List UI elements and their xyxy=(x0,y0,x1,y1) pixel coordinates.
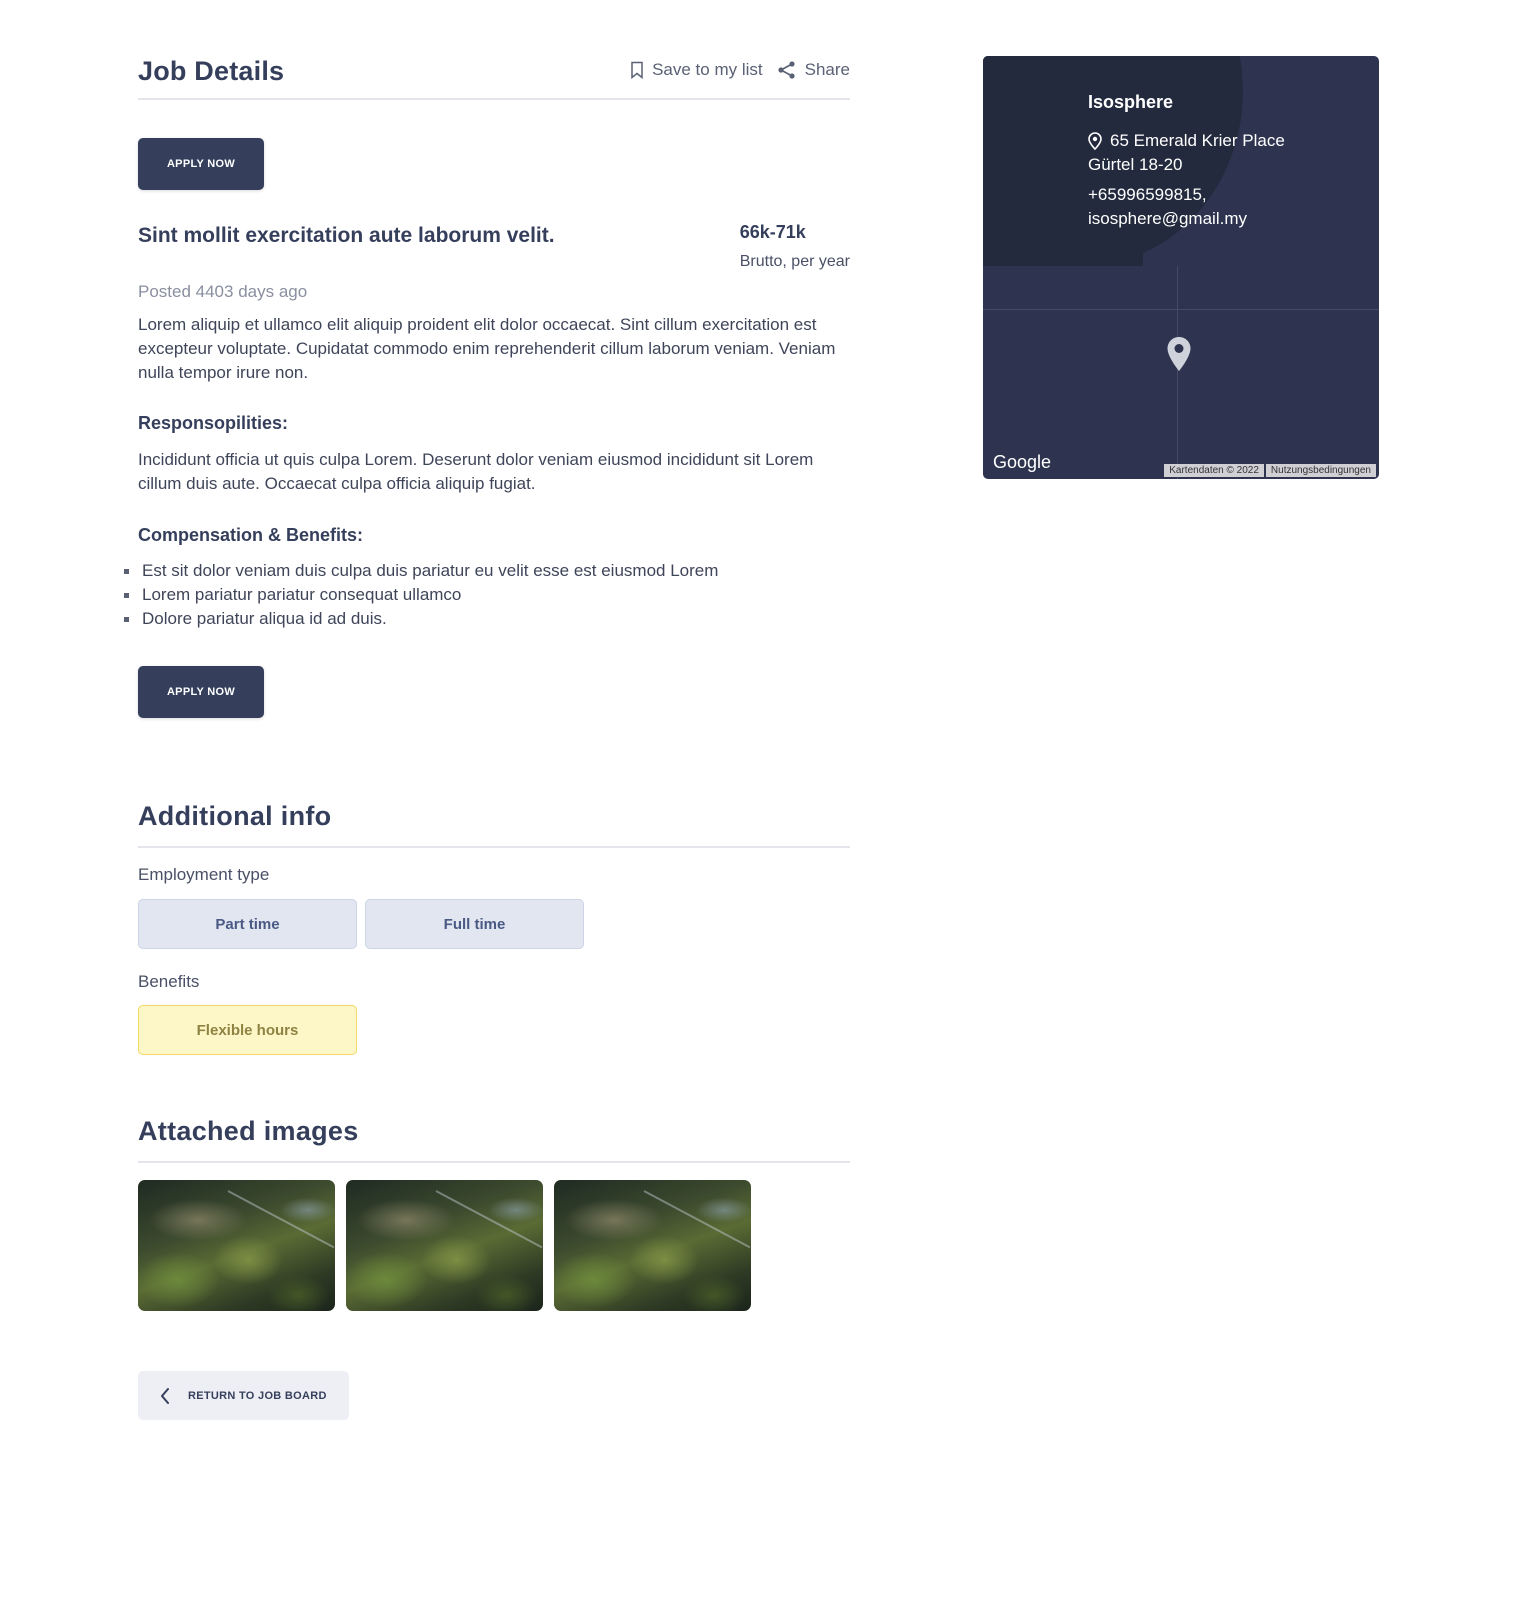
return-to-job-board-button[interactable]: RETURN TO JOB BOARD xyxy=(138,1371,349,1420)
job-title: Sint mollit exercitation aute laborum ve… xyxy=(138,224,555,247)
benefits-label: Benefits xyxy=(138,972,200,991)
bookmark-icon xyxy=(631,61,643,79)
salary-amount: 66k-71k xyxy=(739,222,806,242)
company-map-card[interactable]: Isosphere 65 Emerald Krier Place Gürtel … xyxy=(983,56,1379,479)
map-marker-icon[interactable] xyxy=(1166,336,1192,372)
list-item: Est sit dolor veniam duis culpa duis par… xyxy=(124,559,718,583)
map-data-label[interactable]: Kartendaten © 2022 xyxy=(1164,464,1264,477)
employment-chip-full-time: Full time xyxy=(365,899,584,949)
company-contact: +65996599815, isosphere@gmail.my xyxy=(1088,183,1285,231)
salary-block: 66k-71k Brutto, per year xyxy=(740,222,850,271)
share-button[interactable]: Share xyxy=(777,60,850,80)
share-icon xyxy=(778,61,795,79)
map-attribution: Kartendaten © 2022 Nutzungsbedingungen xyxy=(1164,464,1376,477)
benefit-chip-flexible-hours: Flexible hours xyxy=(138,1005,357,1055)
attached-image-thumbnail[interactable] xyxy=(554,1180,751,1311)
compensation-heading: Compensation & Benefits: xyxy=(138,525,364,545)
salary-note: Brutto, per year xyxy=(739,253,850,270)
additional-info-title: Additional info xyxy=(138,801,332,831)
attached-image-thumbnail[interactable] xyxy=(346,1180,543,1311)
page-title: Job Details xyxy=(138,56,285,86)
address-line-2: Gürtel 18-20 xyxy=(1088,155,1183,174)
apply-now-button-bottom[interactable]: APPLY NOW xyxy=(138,666,264,718)
company-email[interactable]: isosphere@gmail.my xyxy=(1088,207,1285,231)
company-phone[interactable]: +65996599815, xyxy=(1088,183,1285,207)
attached-images-header: Attached images xyxy=(138,1085,850,1163)
map-road xyxy=(1177,266,1178,479)
job-details-panel: Job Details Save to my list Share APPLY … xyxy=(124,0,850,1420)
attached-images-title: Attached images xyxy=(138,1116,359,1146)
chevron-left-icon xyxy=(161,1387,169,1404)
share-label: Share xyxy=(804,60,850,79)
map-road xyxy=(983,309,1379,310)
attached-image-thumbnail[interactable] xyxy=(138,1180,335,1311)
map-terms-link[interactable]: Nutzungsbedingungen xyxy=(1265,464,1376,477)
employment-type-label: Employment type xyxy=(138,865,270,884)
responsibilities-text: Incididunt officia ut quis culpa Lorem. … xyxy=(138,450,814,493)
save-to-list-label: Save to my list xyxy=(652,60,763,79)
posted-date: Posted 4403 days ago xyxy=(138,282,308,301)
apply-now-button[interactable]: APPLY NOW xyxy=(138,138,264,190)
save-to-list-button[interactable]: Save to my list xyxy=(630,60,763,80)
company-name: Isosphere xyxy=(1088,92,1174,112)
job-description: Lorem aliquip et ullamco elit aliquip pr… xyxy=(138,315,836,382)
company-address: 65 Emerald Krier Place Gürtel 18-20 xyxy=(1088,129,1285,177)
compensation-list: Est sit dolor veniam duis culpa duis par… xyxy=(124,559,718,631)
location-pin-icon xyxy=(1088,132,1102,150)
google-logo[interactable]: Google xyxy=(993,452,1051,473)
return-label: RETURN TO JOB BOARD xyxy=(188,1389,327,1402)
company-info: Isosphere 65 Emerald Krier Place Gürtel … xyxy=(1088,92,1285,231)
additional-info-header: Additional info xyxy=(138,770,850,848)
list-item: Lorem pariatur pariatur consequat ullamc… xyxy=(124,583,718,607)
address-line-1: 65 Emerald Krier Place xyxy=(1110,131,1285,150)
responsibilities-heading: Responsopilities: xyxy=(138,413,289,433)
header-actions: Save to my list Share xyxy=(630,60,850,80)
list-item: Dolore pariatur aliqua id ad duis. xyxy=(124,607,718,631)
employment-chip-part-time: Part time xyxy=(138,899,357,949)
job-details-header: Job Details Save to my list Share xyxy=(138,0,850,100)
